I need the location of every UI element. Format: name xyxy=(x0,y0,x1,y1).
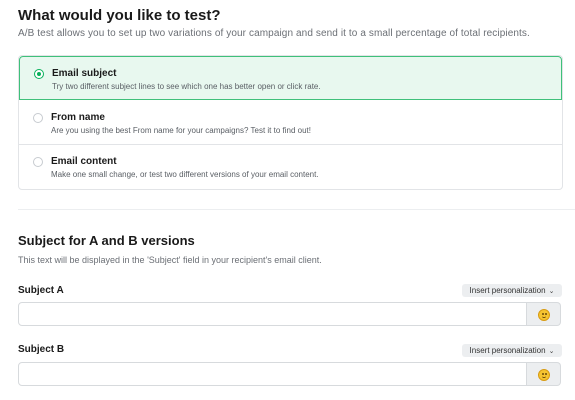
subject-b-emoji-button[interactable] xyxy=(527,362,561,386)
smiley-emoji-icon xyxy=(538,309,550,321)
subject-b-row xyxy=(18,362,561,386)
subject-a-input[interactable] xyxy=(18,302,527,326)
option-title: Email subject xyxy=(52,68,117,79)
insert-personalization-label: Insert personalization xyxy=(469,286,546,295)
chevron-down-icon: ⌄ xyxy=(548,348,555,355)
subject-section-title: Subject for A and B versions xyxy=(18,233,195,248)
option-title: From name xyxy=(51,112,105,123)
option-description: Try two different subject lines to see w… xyxy=(52,82,321,91)
subject-b-input[interactable] xyxy=(18,362,527,386)
chevron-down-icon: ⌄ xyxy=(548,288,555,295)
subject-b-label: Subject B xyxy=(18,344,65,355)
test-type-options: Email subject Try two different subject … xyxy=(18,55,563,190)
subject-a-insert-personalization-button[interactable]: Insert personalization ⌄ xyxy=(462,284,562,297)
option-title: Email content xyxy=(51,156,117,167)
test-section-description: A/B test allows you to set up two variat… xyxy=(18,28,530,39)
option-email-subject[interactable]: Email subject Try two different subject … xyxy=(19,56,562,100)
option-from-name[interactable]: From name Are you using the best From na… xyxy=(19,101,562,145)
option-description: Are you using the best From name for you… xyxy=(51,126,311,135)
test-section-title: What would you like to test? xyxy=(18,7,221,24)
smiley-emoji-icon xyxy=(538,369,550,381)
radio-selected-icon[interactable] xyxy=(34,69,44,79)
subject-a-emoji-button[interactable] xyxy=(527,302,561,326)
subject-a-label: Subject A xyxy=(18,285,64,296)
radio-unselected-icon[interactable] xyxy=(33,113,43,123)
subject-a-row xyxy=(18,302,561,326)
radio-unselected-icon[interactable] xyxy=(33,157,43,167)
option-email-content[interactable]: Email content Make one small change, or … xyxy=(19,145,562,189)
subject-b-insert-personalization-button[interactable]: Insert personalization ⌄ xyxy=(462,344,562,357)
section-divider xyxy=(18,209,575,210)
subject-section-description: This text will be displayed in the 'Subj… xyxy=(18,255,322,265)
option-description: Make one small change, or test two diffe… xyxy=(51,170,319,179)
insert-personalization-label: Insert personalization xyxy=(469,346,546,355)
